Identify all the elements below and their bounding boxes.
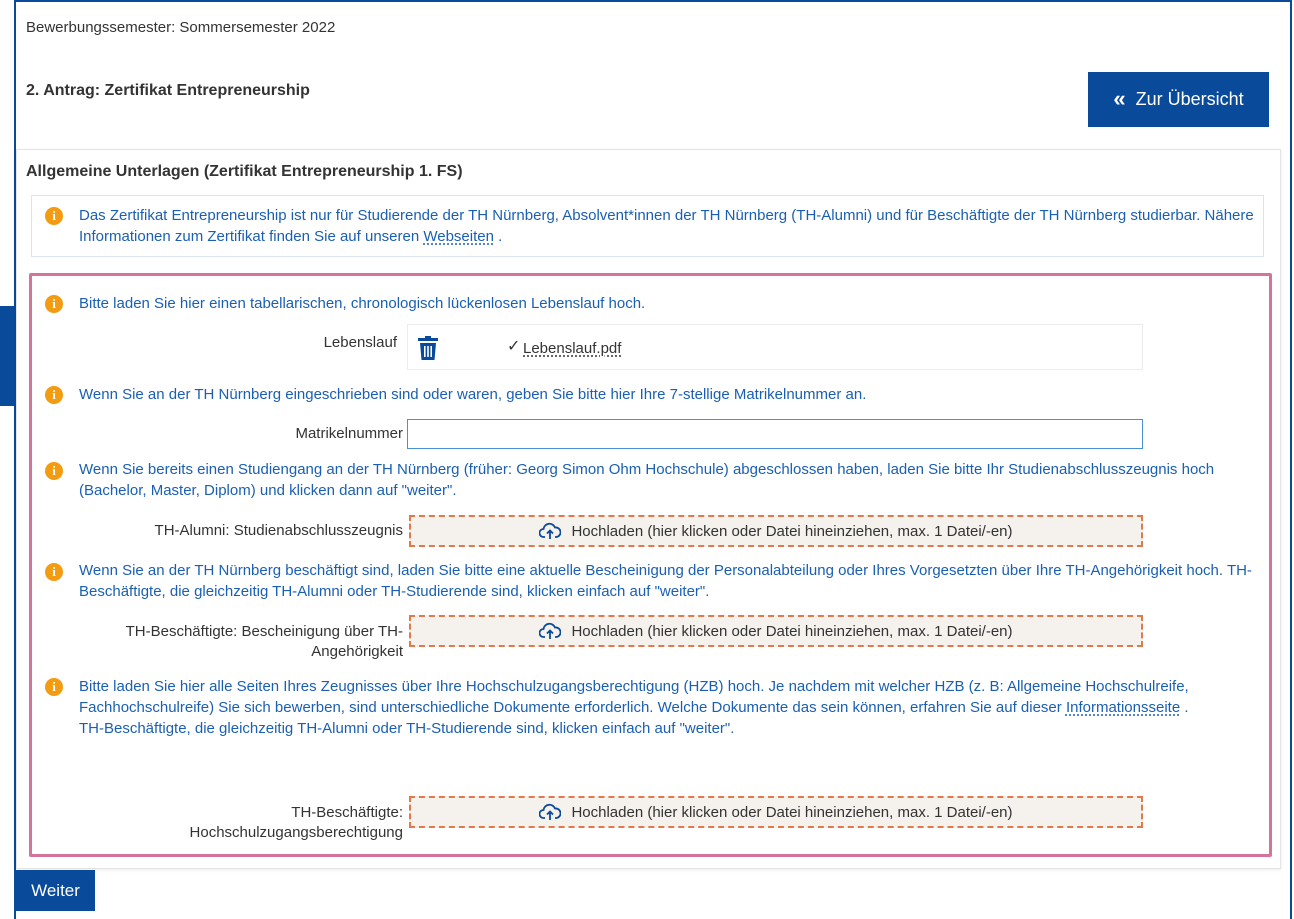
- side-tab[interactable]: [0, 306, 14, 406]
- checkmark-icon: ✓: [507, 338, 521, 355]
- next-button[interactable]: Weiter: [16, 870, 95, 911]
- info-icon: i: [45, 462, 63, 480]
- alumni-upload-dropzone[interactable]: Hochladen (hier klicken oder Datei hinei…: [409, 515, 1143, 547]
- cv-label: Lebenslauf: [323, 334, 397, 351]
- cv-file-link[interactable]: Lebenslauf.pdf: [523, 340, 621, 357]
- alumni-label: TH-Alumni: Studienabschlusszeugnis: [154, 522, 403, 539]
- info-icon: i: [45, 295, 63, 313]
- trash-icon[interactable]: [418, 336, 438, 364]
- cloud-upload-icon: [539, 622, 562, 639]
- matrikel-hint: Wenn Sie an der TH Nürnberg eingeschrieb…: [79, 386, 867, 403]
- alumni-hint: Wenn Sie bereits einen Studiengang an de…: [79, 461, 1215, 499]
- double-chevron-left-icon: «: [1113, 85, 1126, 111]
- info-icon: i: [45, 207, 63, 225]
- info-icon: i: [45, 386, 63, 404]
- employee-upload-dropzone[interactable]: Hochladen (hier klicken oder Datei hinei…: [409, 615, 1143, 647]
- overview-button-label: Zur Übersicht: [1135, 89, 1244, 109]
- hzb-hint: Bitte laden Sie hier alle Seiten Ihres Z…: [79, 676, 1254, 739]
- matrikel-label: Matrikelnummer: [295, 425, 403, 442]
- employee-upload-label: Hochladen (hier klicken oder Datei hinei…: [571, 622, 1013, 640]
- info-text-end: .: [493, 228, 503, 245]
- panel-title: Allgemeine Unterlagen (Zertifikat Entrep…: [26, 163, 463, 180]
- info-icon: i: [45, 678, 63, 696]
- cloud-upload-icon: [539, 522, 562, 539]
- employee-label: TH-Beschäftigte: Bescheinigung über TH-A…: [125, 623, 403, 660]
- info-icon: i: [45, 563, 63, 581]
- semester-label: Bewerbungssemester: Sommersemester 2022: [26, 19, 336, 36]
- hzb-upload-label: Hochladen (hier klicken oder Datei hinei…: [571, 803, 1013, 821]
- informationsseite-link[interactable]: Informationsseite: [1066, 699, 1180, 716]
- application-title: 2. Antrag: Zertifikat Entrepreneurship: [26, 82, 310, 99]
- hzb-hint-employees: TH-Beschäftigte, die gleichzeitig TH-Alu…: [79, 720, 735, 737]
- hzb-hint-end: .: [1180, 699, 1189, 716]
- webseiten-link[interactable]: Webseiten: [423, 228, 494, 245]
- cloud-upload-icon: [539, 803, 562, 820]
- cv-hint: Bitte laden Sie hier einen tabellarische…: [79, 295, 646, 312]
- info-text-part: Das Zertifikat Entrepreneurship ist nur …: [79, 207, 1254, 245]
- employee-hint: Wenn Sie an der TH Nürnberg beschäftigt …: [79, 562, 1252, 600]
- hzb-label: TH-Beschäftigte: Hochschulzugangsberecht…: [189, 804, 403, 841]
- certificate-info-text: Das Zertifikat Entrepreneurship ist nur …: [79, 205, 1254, 247]
- hzb-upload-dropzone[interactable]: Hochladen (hier klicken oder Datei hinei…: [409, 796, 1143, 828]
- matrikel-input[interactable]: [407, 419, 1143, 449]
- alumni-upload-label: Hochladen (hier klicken oder Datei hinei…: [571, 522, 1013, 540]
- hzb-hint-text: Bitte laden Sie hier alle Seiten Ihres Z…: [79, 678, 1189, 716]
- overview-button[interactable]: « Zur Übersicht: [1088, 72, 1269, 127]
